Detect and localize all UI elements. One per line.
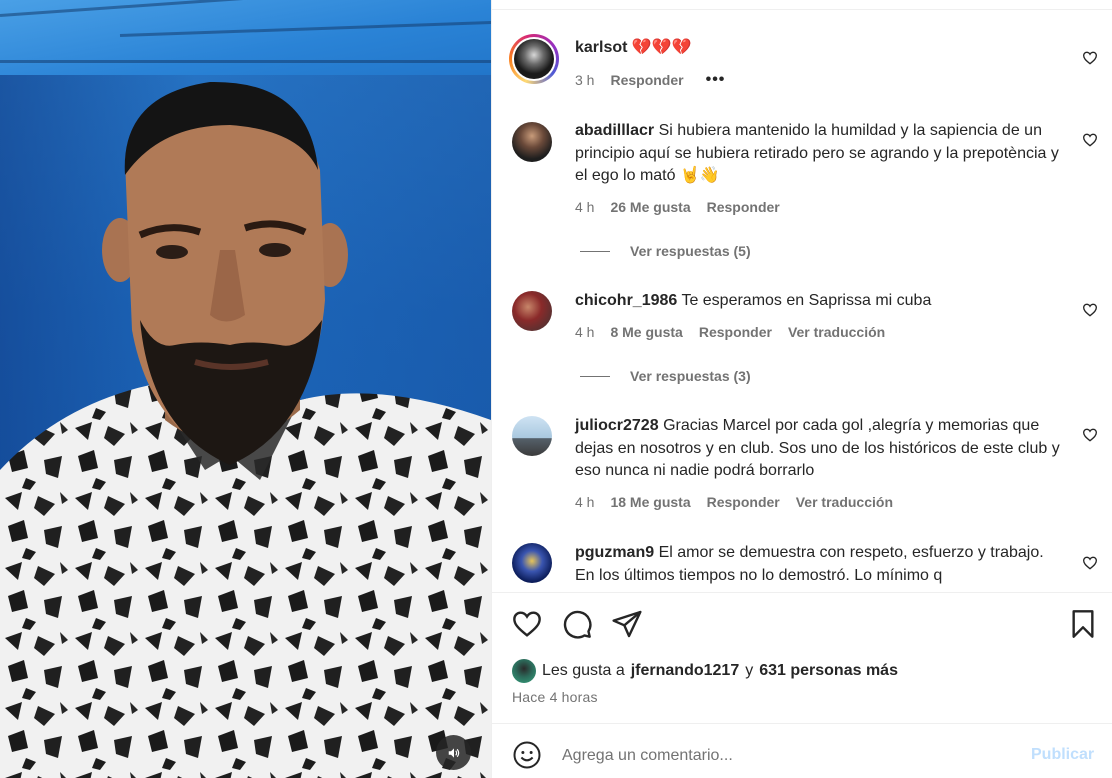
speaker-icon bbox=[448, 747, 459, 758]
view-replies-button[interactable]: Ver respuestas (3) bbox=[580, 368, 751, 384]
comment-meta: 4 h 26 Me gusta Responder bbox=[575, 199, 780, 215]
bookmark-icon[interactable] bbox=[1067, 608, 1099, 640]
comment-reply-button[interactable]: Responder bbox=[699, 324, 772, 340]
likes-connector: y bbox=[745, 662, 754, 679]
publish-button[interactable]: Publicar bbox=[1031, 746, 1094, 764]
comment-text: juliocr2728 Gracias Marcel por cada gol … bbox=[575, 415, 1060, 483]
heart-icon[interactable] bbox=[511, 608, 543, 640]
comment-likes[interactable]: 8 Me gusta bbox=[610, 324, 682, 340]
post-media[interactable] bbox=[0, 0, 491, 778]
ellipsis-icon[interactable]: ••• bbox=[706, 71, 726, 89]
comment-time[interactable]: 4 h bbox=[575, 494, 594, 510]
view-replies-label: Ver respuestas (3) bbox=[630, 368, 751, 384]
avatar[interactable] bbox=[512, 543, 552, 583]
view-replies-label: Ver respuestas (5) bbox=[630, 243, 751, 259]
post-actions: Les gusta a jfernando1217 y 631 personas… bbox=[492, 593, 1112, 723]
comment-text: abadilllacr Si hubiera mantenido la humi… bbox=[575, 120, 1060, 188]
translate-button[interactable]: Ver traducción bbox=[796, 494, 893, 510]
caption: karlsot 💔💔💔 bbox=[575, 37, 1060, 60]
heart-icon[interactable] bbox=[1082, 302, 1098, 318]
replies-line bbox=[580, 250, 610, 252]
comment-text: pguzman9 El amor se demuestra con respet… bbox=[575, 542, 1060, 587]
comment-time[interactable]: 4 h bbox=[575, 324, 594, 340]
view-replies-button[interactable]: Ver respuestas (5) bbox=[580, 243, 751, 259]
paper-plane-icon[interactable] bbox=[611, 608, 643, 640]
author-username[interactable]: karlsot bbox=[575, 39, 627, 56]
comment-reply-button[interactable]: Responder bbox=[707, 199, 780, 215]
comment-likes[interactable]: 18 Me gusta bbox=[610, 494, 690, 510]
comment-username[interactable]: chicohr_1986 bbox=[575, 292, 677, 309]
add-comment-bar: Publicar bbox=[492, 723, 1112, 778]
comments-list[interactable]: karlsot 💔💔💔 3 h Responder ••• abadilllac… bbox=[492, 10, 1112, 592]
smiley-icon[interactable] bbox=[512, 740, 542, 770]
heart-icon[interactable] bbox=[1082, 555, 1098, 571]
comment-meta: 4 h 18 Me gusta Responder Ver traducción bbox=[575, 494, 893, 510]
heart-icon[interactable] bbox=[1082, 132, 1098, 148]
avatar[interactable] bbox=[512, 122, 552, 162]
avatar[interactable] bbox=[512, 291, 552, 331]
liker-avatar[interactable] bbox=[512, 659, 536, 683]
replies-line bbox=[580, 375, 610, 377]
likes-summary: Les gusta a jfernando1217 y 631 personas… bbox=[512, 659, 898, 683]
heart-icon[interactable] bbox=[1082, 427, 1098, 443]
comment-username[interactable]: abadilllacr bbox=[575, 122, 654, 139]
caption-time[interactable]: 3 h bbox=[575, 72, 594, 88]
heart-icon[interactable] bbox=[1082, 50, 1098, 66]
likes-count-link[interactable]: 631 personas más bbox=[759, 662, 898, 680]
translate-button[interactable]: Ver traducción bbox=[788, 324, 885, 340]
comment-time[interactable]: 4 h bbox=[575, 199, 594, 215]
person-photo bbox=[0, 81, 491, 778]
post-side-panel: karlsot 💔💔💔 3 h Responder ••• abadilllac… bbox=[491, 0, 1112, 778]
comment-likes[interactable]: 26 Me gusta bbox=[610, 199, 690, 215]
comment-input[interactable] bbox=[562, 744, 1022, 768]
caption-reply-button[interactable]: Responder bbox=[610, 72, 683, 88]
comment-username[interactable]: pguzman9 bbox=[575, 544, 654, 561]
post-timestamp[interactable]: Hace 4 horas bbox=[512, 689, 598, 705]
comment-body: Te esperamos en Saprissa mi cuba bbox=[681, 292, 932, 309]
avatar[interactable] bbox=[512, 416, 552, 456]
mute-toggle-button[interactable] bbox=[436, 735, 471, 770]
comment-text: chicohr_1986 Te esperamos en Saprissa mi… bbox=[575, 290, 1060, 313]
likes-prefix: Les gusta a bbox=[542, 662, 625, 679]
caption-meta: 3 h Responder ••• bbox=[575, 71, 725, 89]
author-avatar[interactable] bbox=[509, 34, 559, 84]
comment-bubble-icon[interactable] bbox=[561, 608, 593, 640]
comment-username[interactable]: juliocr2728 bbox=[575, 417, 659, 434]
comment-reply-button[interactable]: Responder bbox=[707, 494, 780, 510]
caption-text: 💔💔💔 bbox=[631, 39, 692, 56]
liker-username[interactable]: jfernando1217 bbox=[631, 662, 739, 680]
comment-meta: 4 h 8 Me gusta Responder Ver traducción bbox=[575, 324, 885, 340]
